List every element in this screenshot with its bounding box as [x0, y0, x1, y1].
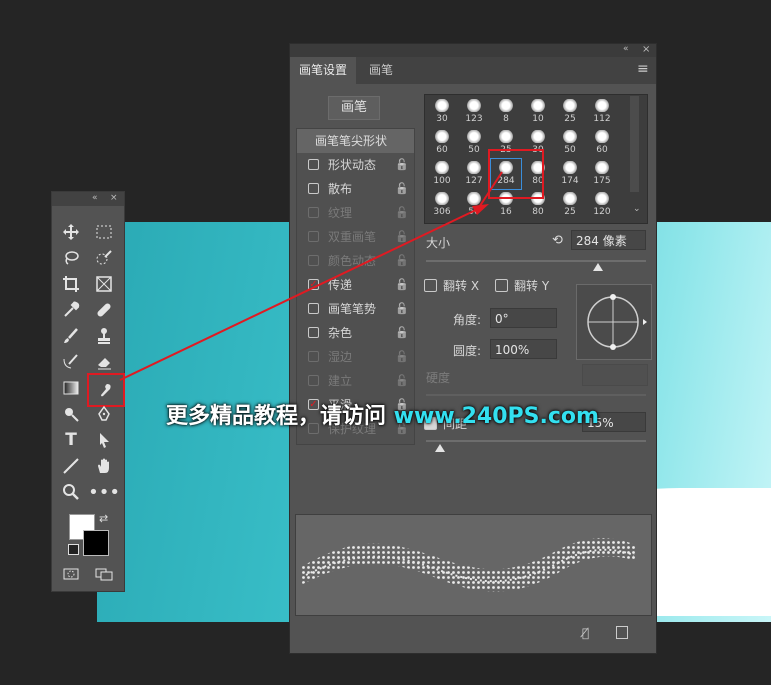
watermark: 更多精品教程，请访问 www.240PS.com: [166, 398, 599, 430]
watermark-text: 更多精品教程，请访问: [166, 404, 394, 429]
annotation-arrows: [119, 171, 503, 381]
watermark-site: www.240PS.com: [393, 404, 599, 429]
